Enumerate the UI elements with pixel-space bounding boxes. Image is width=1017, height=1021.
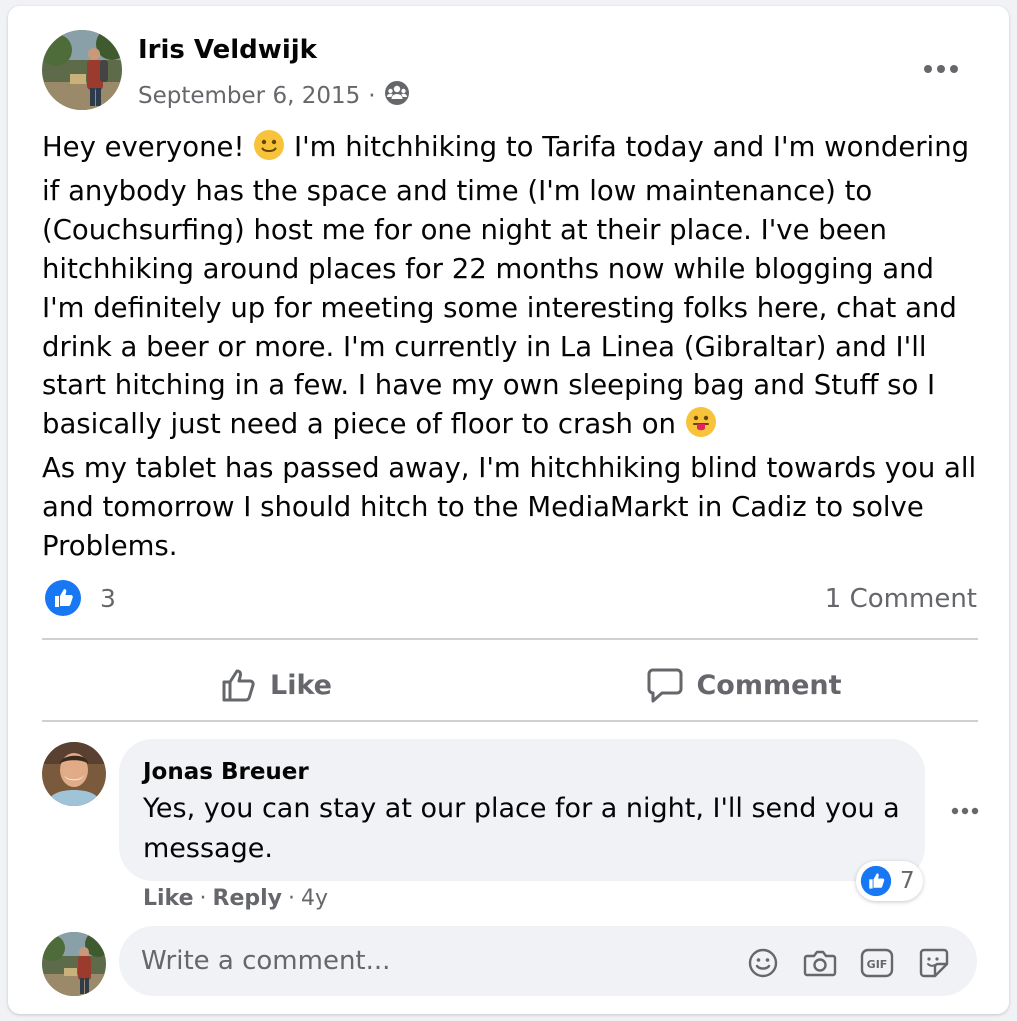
- more-horizontal-icon: [951, 807, 979, 815]
- comment-reactions[interactable]: 7: [856, 861, 923, 901]
- post-card: Iris Veldwijk September 6, 2015 · Hey ev…: [8, 6, 1009, 1014]
- like-reaction-icon: [45, 580, 81, 616]
- divider: [42, 720, 978, 722]
- like-button[interactable]: Like: [42, 648, 510, 722]
- group-icon[interactable]: [384, 80, 410, 112]
- comment-bubble: Jonas Breuer Yes, you can stay at our pl…: [119, 739, 925, 881]
- comment-text: Yes, you can stay at our place for a nig…: [143, 793, 900, 864]
- comment-count-link[interactable]: 1 Comment: [825, 584, 977, 614]
- like-reaction-icon: [860, 865, 892, 897]
- post-reaction-count: 3: [100, 583, 116, 613]
- slightly-smiling-face-emoji: [253, 129, 285, 172]
- face-with-tongue-emoji: [685, 406, 717, 449]
- comment-actions: Like · Reply · 4y: [143, 886, 328, 911]
- post-meta: September 6, 2015 ·: [138, 80, 410, 112]
- gif-icon[interactable]: GIF: [860, 946, 894, 980]
- current-user-avatar[interactable]: [42, 932, 106, 996]
- author-avatar[interactable]: [42, 30, 122, 110]
- post-date[interactable]: September 6, 2015: [138, 83, 360, 109]
- comment-options-button[interactable]: [945, 796, 985, 826]
- sticker-icon[interactable]: [917, 946, 951, 980]
- post-paragraph-1: Hey everyone! I'm hitchhiking to Tarifa …: [42, 128, 982, 449]
- post-author-name[interactable]: Iris Veldwijk: [138, 35, 317, 65]
- commenter-name[interactable]: Jonas Breuer: [143, 759, 309, 785]
- separator-dot: ·: [199, 886, 207, 911]
- separator-dot: ·: [288, 886, 296, 911]
- like-button-label: Like: [269, 669, 332, 701]
- post-text-segment: I'm hitchhiking to Tarifa today and I'm …: [42, 131, 970, 441]
- post-text-segment: Hey everyone!: [42, 131, 254, 163]
- comment-reply-link[interactable]: Reply: [213, 886, 283, 911]
- more-horizontal-icon: [924, 65, 958, 73]
- comment-reaction-count: 7: [900, 868, 915, 894]
- divider: [42, 638, 978, 640]
- comment-button-label: Comment: [696, 669, 842, 701]
- comment-button[interactable]: Comment: [510, 648, 978, 722]
- thumbs-up-icon: [222, 669, 255, 702]
- comment-bubble-icon: [647, 668, 683, 703]
- svg-text:GIF: GIF: [867, 958, 888, 971]
- post-reactions-summary[interactable]: 3: [44, 579, 116, 617]
- post-paragraph-2: As my tablet has passed away, I'm hitchh…: [42, 452, 977, 563]
- emoji-icon[interactable]: [746, 946, 780, 980]
- post-options-button[interactable]: [918, 51, 964, 87]
- post-text: Hey everyone! I'm hitchhiking to Tarifa …: [42, 128, 982, 566]
- comment-age[interactable]: 4y: [301, 886, 328, 911]
- camera-icon[interactable]: [803, 946, 837, 980]
- comment-like-link[interactable]: Like: [143, 886, 194, 911]
- separator-dot: ·: [368, 83, 376, 109]
- comment-input[interactable]: [141, 944, 701, 978]
- comment-composer[interactable]: GIF: [119, 926, 977, 996]
- commenter-avatar[interactable]: [42, 742, 106, 806]
